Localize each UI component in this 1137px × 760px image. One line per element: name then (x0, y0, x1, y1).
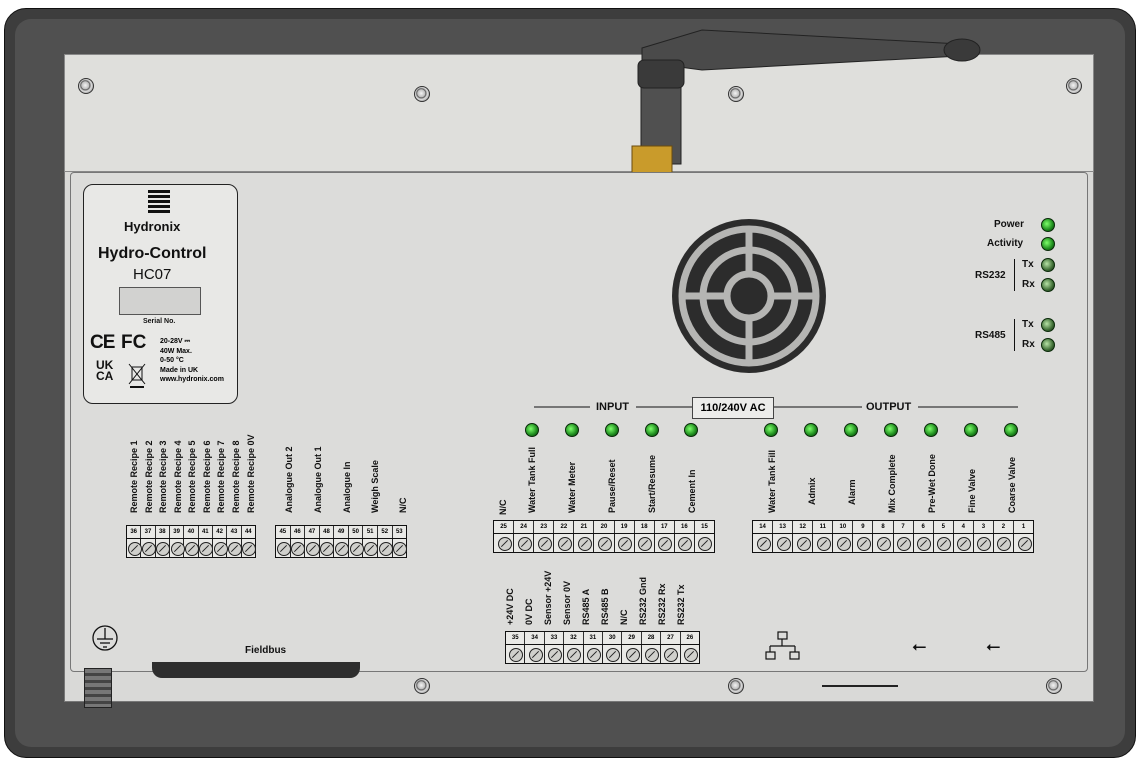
network-icon (765, 631, 800, 660)
usb-icon: ⭠ (986, 636, 1001, 656)
usb-icon: ⭠ (912, 636, 927, 656)
ethernet-port[interactable] (822, 685, 898, 687)
